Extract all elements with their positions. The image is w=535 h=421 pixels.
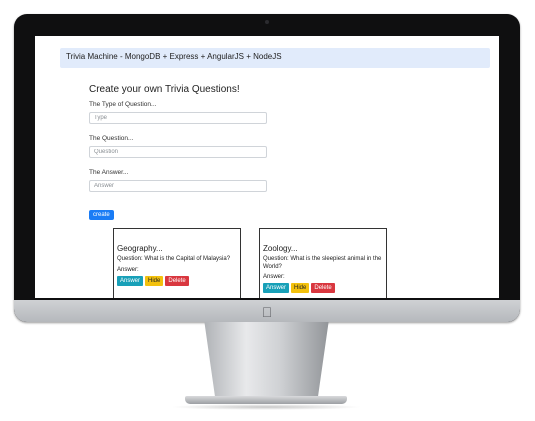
answer-button[interactable]: Answer <box>263 283 290 293</box>
question-label: The Question... <box>89 135 134 142</box>
camera-dot <box>265 20 269 24</box>
navbar-title[interactable]: Trivia Machine - MongoDB + Express + Ang… <box>66 52 282 61</box>
delete-button[interactable]: Delete <box>311 283 335 293</box>
create-question-form: Create your own Trivia Questions! The Ty… <box>89 84 289 221</box>
apple-icon:  <box>259 304 275 320</box>
monitor-bezel: Trivia Machine - MongoDB + Express + Ang… <box>14 14 520 322</box>
base-shadow <box>170 404 362 410</box>
answer-button[interactable]: Answer <box>117 275 144 286</box>
monitor-base <box>185 396 347 404</box>
card-answer-label: Answer: <box>117 266 139 273</box>
card-actions: Answer Hide Delete <box>117 275 237 286</box>
type-input[interactable] <box>89 112 267 124</box>
hide-button[interactable]: Hide <box>145 275 164 286</box>
monitor-stand <box>204 322 329 398</box>
type-label: The Type of Question... <box>89 101 157 108</box>
form-heading: Create your own Trivia Questions! <box>89 84 240 95</box>
delete-button[interactable]: Delete <box>165 275 189 286</box>
answer-input[interactable] <box>89 180 267 192</box>
create-button[interactable]: create <box>89 210 114 220</box>
monitor-chin:  <box>14 300 520 322</box>
hide-button[interactable]: Hide <box>291 283 310 293</box>
card-question: Question: What is the sleepiest animal i… <box>263 256 382 270</box>
question-input[interactable] <box>89 146 267 158</box>
answer-label: The Answer... <box>89 169 129 176</box>
card-title: Zoology... <box>263 244 298 253</box>
screen: Trivia Machine - MongoDB + Express + Ang… <box>35 36 499 298</box>
card-title: Geography... <box>117 244 163 253</box>
card-question: Question: What is the Capital of Malaysi… <box>117 256 231 262</box>
trivia-card: Zoology... Question: What is the sleepie… <box>259 228 387 298</box>
card-actions: Answer Hide Delete <box>263 283 383 293</box>
navbar: Trivia Machine - MongoDB + Express + Ang… <box>60 48 490 68</box>
trivia-card: Geography... Question: What is the Capit… <box>113 228 241 298</box>
card-answer-label: Answer: <box>263 274 285 280</box>
